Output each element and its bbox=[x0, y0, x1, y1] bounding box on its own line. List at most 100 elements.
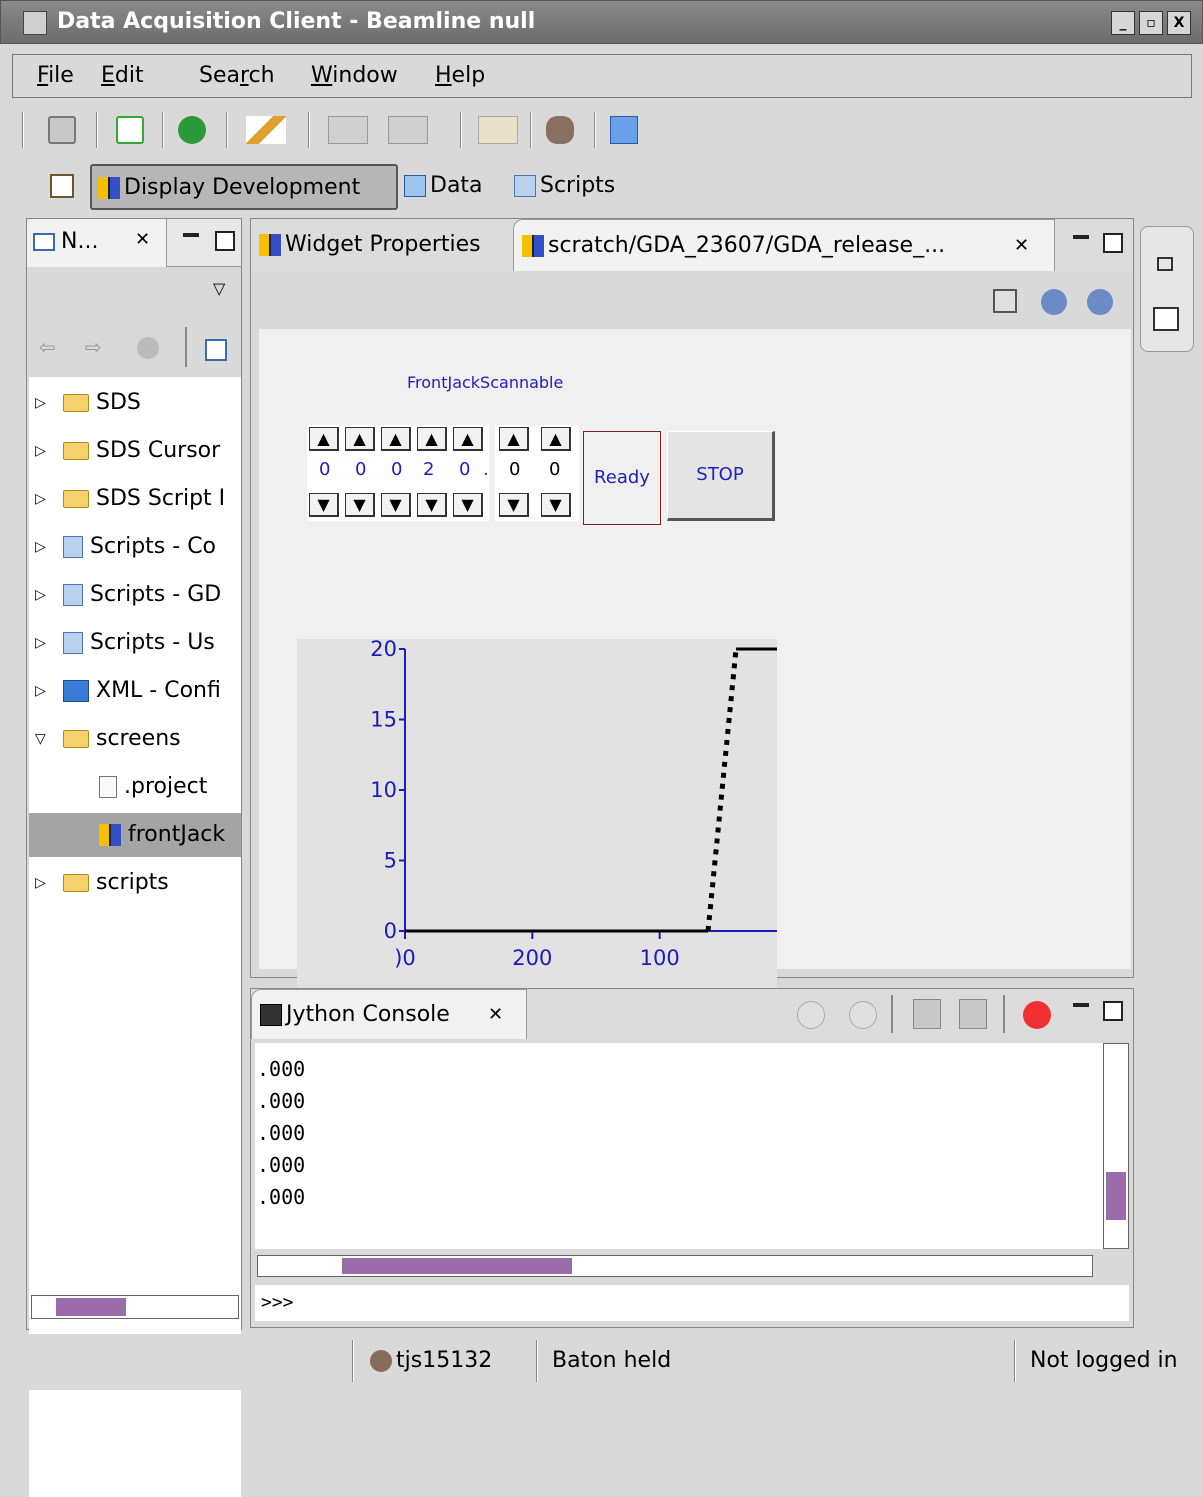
menu-window[interactable]: Window bbox=[311, 63, 398, 88]
digit-up-button[interactable]: ▲ bbox=[345, 427, 375, 451]
console-vscrollbar[interactable] bbox=[1103, 1043, 1129, 1249]
record-icon[interactable] bbox=[1023, 1001, 1051, 1029]
digit-down-button[interactable]: ▼ bbox=[541, 493, 571, 517]
menu-edit[interactable]: Edit bbox=[101, 63, 144, 88]
console-input[interactable]: >>> bbox=[255, 1285, 1129, 1321]
digit-up-button[interactable]: ▲ bbox=[309, 427, 339, 451]
restore-icon[interactable] bbox=[1157, 257, 1173, 271]
navigator-tab[interactable]: N... ✕ bbox=[27, 219, 167, 267]
close-icon[interactable]: ✕ bbox=[1014, 220, 1029, 272]
script-icon[interactable] bbox=[913, 999, 941, 1029]
minimize-button[interactable]: _ bbox=[1111, 11, 1135, 35]
tree-item-scripts-gd[interactable]: ▷ Scripts - GD bbox=[29, 573, 241, 617]
maximize-view-icon[interactable] bbox=[1103, 1001, 1123, 1021]
stop-button[interactable]: STOP bbox=[667, 431, 775, 521]
forward-arrow-icon[interactable]: ⇨ bbox=[85, 335, 102, 359]
digit-down-button[interactable]: ▼ bbox=[345, 493, 375, 517]
open-folder-icon bbox=[63, 730, 89, 748]
tree-item-sds-cursor[interactable]: ▷ SDS Cursor bbox=[29, 429, 241, 473]
editor-panel: Widget Properties scratch/GDA_23607/GDA_… bbox=[250, 218, 1134, 989]
console-hscrollbar[interactable] bbox=[257, 1255, 1093, 1277]
tree-item-scripts-co[interactable]: ▷ Scripts - Co bbox=[29, 525, 241, 569]
digit-down-button[interactable]: ▼ bbox=[381, 493, 411, 517]
pen-tool-icon[interactable] bbox=[246, 116, 286, 144]
perspective-scripts[interactable]: Scripts bbox=[514, 164, 615, 210]
project-tree: ▷ SDS ▷ SDS Cursor ▷ SDS Script I ▷ Scri… bbox=[29, 377, 241, 1497]
digit-down-button[interactable]: ▼ bbox=[309, 493, 339, 517]
tree-item-project-file[interactable]: .project bbox=[29, 765, 241, 809]
arrange-icon[interactable] bbox=[388, 116, 428, 144]
layout-icon[interactable] bbox=[328, 116, 368, 144]
tree-item-frontjack[interactable]: frontJack bbox=[29, 813, 241, 857]
script-folder-icon bbox=[63, 632, 83, 654]
connect-icon[interactable] bbox=[116, 116, 144, 144]
close-icon[interactable]: ✕ bbox=[135, 229, 150, 250]
run-icon[interactable] bbox=[178, 116, 206, 144]
navigator-hscrollbar[interactable] bbox=[31, 1295, 239, 1319]
tree-item-screens[interactable]: ▽ screens bbox=[29, 717, 241, 761]
home-icon[interactable] bbox=[137, 337, 159, 359]
digit: 2 bbox=[423, 459, 435, 480]
widget-icon bbox=[259, 234, 281, 256]
digit-down-button[interactable]: ▼ bbox=[417, 493, 447, 517]
scroll-thumb[interactable] bbox=[56, 1298, 126, 1316]
open-perspective-icon[interactable] bbox=[50, 174, 74, 198]
tree-item-xml-config[interactable]: ▷ XML - Confi bbox=[29, 669, 241, 713]
minimize-view-icon[interactable] bbox=[183, 233, 199, 237]
save-image-icon[interactable] bbox=[993, 289, 1017, 313]
digit-up-button[interactable]: ▲ bbox=[541, 427, 571, 451]
digit-down-button[interactable]: ▼ bbox=[453, 493, 483, 517]
tree-item-sds-script[interactable]: ▷ SDS Script I bbox=[29, 477, 241, 521]
collapse-all-icon[interactable] bbox=[205, 339, 227, 361]
data-icon bbox=[404, 175, 426, 197]
tree-item-scripts-us[interactable]: ▷ Scripts - Us bbox=[29, 621, 241, 665]
close-icon[interactable]: ✕ bbox=[488, 990, 503, 1040]
pause-icon[interactable] bbox=[849, 1001, 877, 1029]
scroll-thumb[interactable] bbox=[342, 1258, 572, 1274]
digit-down-button[interactable]: ▼ bbox=[499, 493, 529, 517]
scroll-thumb[interactable] bbox=[1106, 1172, 1126, 1220]
digit-up-button[interactable]: ▲ bbox=[381, 427, 411, 451]
plot-canvas: 05101520)0200100( bbox=[370, 639, 777, 970]
digit-up-button[interactable]: ▲ bbox=[417, 427, 447, 451]
open-folder-icon[interactable] bbox=[610, 116, 638, 144]
maximize-button[interactable]: ▫ bbox=[1139, 11, 1163, 35]
menu-file[interactable]: File bbox=[37, 63, 74, 88]
maximize-view-icon[interactable] bbox=[215, 231, 235, 251]
properties-view-icon[interactable] bbox=[1153, 307, 1179, 331]
tab-widget-properties[interactable]: Widget Properties bbox=[251, 219, 513, 271]
script-icon[interactable] bbox=[959, 999, 987, 1029]
tab-jython-console[interactable]: Jython Console ✕ bbox=[251, 989, 527, 1039]
back-icon[interactable] bbox=[478, 116, 518, 144]
digit-up-button[interactable]: ▲ bbox=[499, 427, 529, 451]
console-line: .000 bbox=[257, 1057, 306, 1081]
back-arrow-icon[interactable]: ⇦ bbox=[39, 335, 56, 359]
maximize-view-icon[interactable] bbox=[1103, 233, 1123, 253]
minimize-view-icon[interactable] bbox=[1073, 235, 1089, 239]
save-icon[interactable] bbox=[48, 116, 76, 144]
perspective-display-development[interactable]: Display Development bbox=[90, 164, 398, 210]
tree-item-scripts[interactable]: ▷ scripts bbox=[29, 861, 241, 905]
close-button[interactable]: X bbox=[1167, 11, 1191, 35]
zoom-in-icon[interactable] bbox=[1087, 289, 1113, 315]
x-tick-label: 100 bbox=[640, 946, 680, 970]
menu-help[interactable]: Help bbox=[435, 63, 485, 88]
minimize-view-icon[interactable] bbox=[1073, 1003, 1089, 1007]
perspective-data[interactable]: Data bbox=[404, 164, 483, 210]
perspective-bar: Display Development Data Scripts bbox=[12, 160, 1192, 216]
digit-up-button[interactable]: ▲ bbox=[453, 427, 483, 451]
stop-icon[interactable] bbox=[797, 1001, 825, 1029]
navigator-tab-label: N... bbox=[61, 229, 99, 254]
y-tick-label: 10 bbox=[370, 778, 397, 802]
script-folder-icon bbox=[63, 584, 83, 606]
menu-search[interactable]: Search bbox=[199, 63, 275, 88]
tab-screen-file[interactable]: scratch/GDA_23607/GDA_release_... ✕ bbox=[513, 219, 1055, 271]
user-status: tjs15132 bbox=[370, 1338, 492, 1384]
view-menu-icon[interactable]: ▽ bbox=[213, 279, 225, 298]
people-icon[interactable] bbox=[546, 116, 574, 144]
status-bar: tjs15132 Baton held Not logged in bbox=[0, 1334, 1203, 1390]
tree-item-sds[interactable]: ▷ SDS bbox=[29, 381, 241, 425]
console-output: .000 .000 .000 .000 .000 bbox=[255, 1043, 1103, 1249]
digit: 0 bbox=[549, 459, 561, 480]
zoom-out-icon[interactable] bbox=[1041, 289, 1067, 315]
